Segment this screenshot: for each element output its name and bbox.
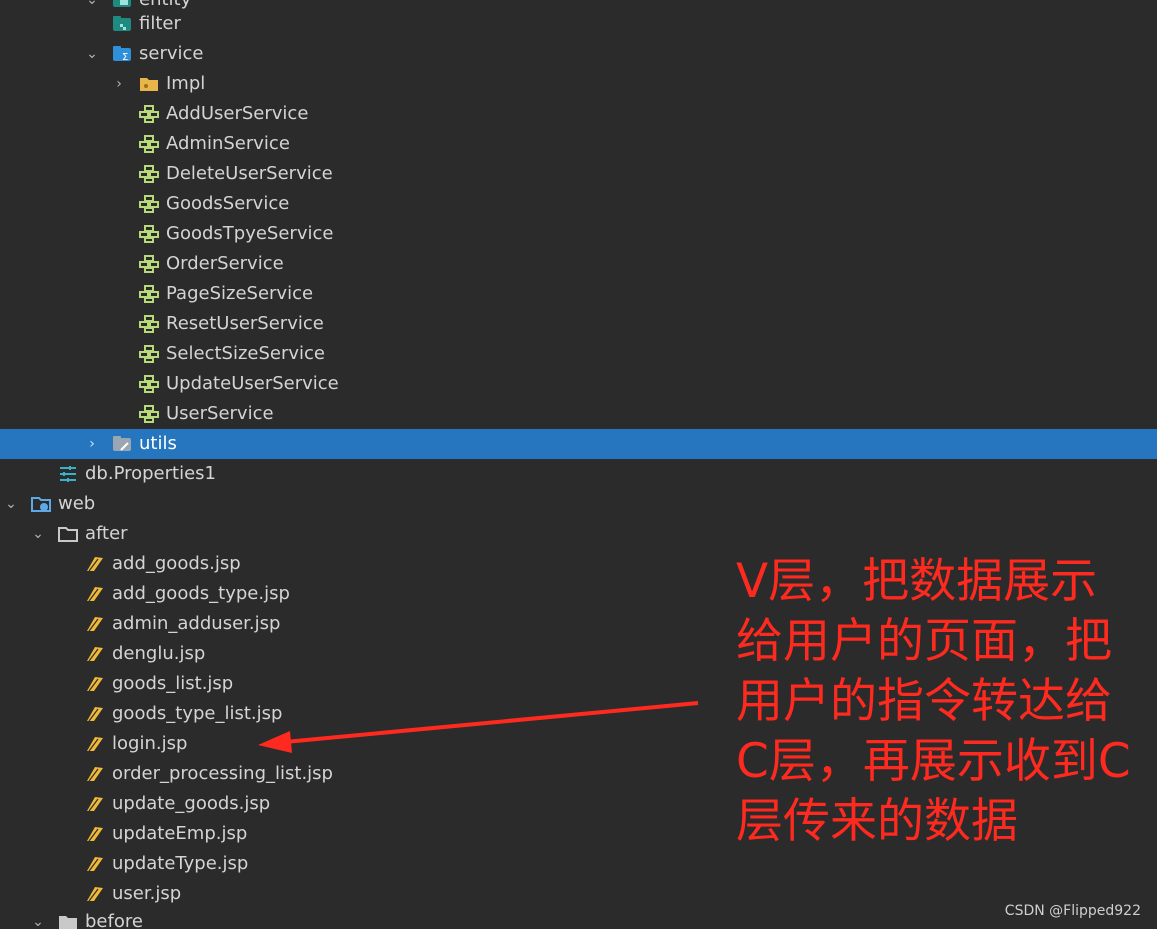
interface-icon [139,345,159,363]
tree-item-label: db.Properties1 [85,463,216,484]
tree-item-web[interactable]: ⌄ web [0,489,1157,519]
tree-item-resetuserservice[interactable]: ResetUserService [0,309,1157,339]
tree-item-after[interactable]: ⌄ after [0,519,1157,549]
interface-icon [139,285,159,303]
tree-item-updateuserservice[interactable]: UpdateUserService [0,369,1157,399]
interface-icon [139,315,159,333]
folder-icon [139,75,159,93]
chevron-right-icon[interactable]: › [112,69,126,99]
tree-item-filter[interactable]: filter [0,9,1157,39]
watermark: CSDN @Flipped922 [1004,903,1141,919]
tree-item-label: before [85,911,143,929]
tree-item-label: goods_type_list.jsp [112,703,283,724]
tree-item-label: user.jsp [112,883,182,904]
tree-item-selectsizeservice[interactable]: SelectSizeService [0,339,1157,369]
tree-item-label: updateType.jsp [112,853,249,874]
jsp-icon [85,795,105,813]
tree-item-userservice[interactable]: UserService [0,399,1157,429]
tree-item-label: OrderService [166,253,284,274]
tree-item-label: Impl [166,73,206,94]
chevron-down-icon[interactable]: ⌄ [85,39,99,69]
jsp-icon [85,615,105,633]
tree-item-goodstpyeservice[interactable]: GoodsTpyeService [0,219,1157,249]
tree-item-service[interactable]: ⌄ Σ service [0,39,1157,69]
tree-item-label: denglu.jsp [112,643,206,664]
tree-item-label: UpdateUserService [166,373,339,394]
folder-icon [58,525,78,543]
tree-item-pagesizeservice[interactable]: PageSizeService [0,279,1157,309]
tree-item-label: login.jsp [112,733,188,754]
package-service-icon: Σ [112,45,132,63]
tree-item-label: AddUserService [166,103,309,124]
tree-item-label: after [85,523,128,544]
interface-icon [139,375,159,393]
tree-item-goodsservice[interactable]: GoodsService [0,189,1157,219]
package-icon [112,0,132,9]
annotation-line: 给用户的页面，把 [736,614,1112,669]
tree-item-label: GoodsService [166,193,290,214]
chevron-down-icon[interactable]: ⌄ [31,907,45,929]
tree-item-label: filter [139,13,181,34]
chevron-down-icon[interactable]: ⌄ [4,489,18,519]
jsp-icon [85,885,105,903]
tree-item-before[interactable]: ⌄ before [0,907,1157,929]
jsp-icon [85,705,105,723]
tree-item-label: web [58,493,96,514]
annotation-line: V层，把数据展示 [736,554,1098,609]
interface-icon [139,135,159,153]
svg-text:Σ: Σ [122,52,128,63]
tree-item-db-properties[interactable]: db.Properties1 [0,459,1157,489]
jsp-icon [85,675,105,693]
properties-icon [58,465,78,483]
tree-item-label: ResetUserService [166,313,324,334]
tree-item-label: service [139,43,204,64]
jsp-icon [85,765,105,783]
annotation-line: 层传来的数据 [736,794,1018,849]
tree-item-label: AdminService [166,133,290,154]
tree-item-label: goods_list.jsp [112,673,234,694]
tree-item-label: updateEmp.jsp [112,823,248,844]
tree-item-label: add_goods.jsp [112,553,241,574]
chevron-down-icon[interactable]: ⌄ [31,519,45,549]
annotation-line: C层，再展示收到C [736,734,1131,789]
tree-item-adduserservice[interactable]: AddUserService [0,99,1157,129]
tree-item-label: GoodsTpyeService [166,223,334,244]
interface-icon [139,225,159,243]
jsp-icon [85,555,105,573]
tree-item-label: admin_adduser.jsp [112,613,281,634]
tree-item-impl[interactable]: › Impl [0,69,1157,99]
tree-item-deleteuserservice[interactable]: DeleteUserService [0,159,1157,189]
tree-item-label: SelectSizeService [166,343,326,364]
tree-item-user-jsp[interactable]: user.jsp [0,879,1157,909]
tree-item-label: UserService [166,403,274,424]
interface-icon [139,255,159,273]
jsp-icon [85,855,105,873]
interface-icon [139,165,159,183]
jsp-icon [85,735,105,753]
web-folder-icon [31,495,51,513]
chevron-right-icon[interactable]: › [85,429,99,459]
package-icon [112,435,132,453]
tree-item-label: PageSizeService [166,283,314,304]
interface-icon [139,405,159,423]
tree-item-label: order_processing_list.jsp [112,763,333,784]
tree-item-label: utils [139,433,177,454]
jsp-icon [85,645,105,663]
tree-item-updatetype-jsp[interactable]: updateType.jsp [0,849,1157,879]
package-icon [112,15,132,33]
tree-item-adminservice[interactable]: AdminService [0,129,1157,159]
jsp-icon [85,585,105,603]
tree-item-label: update_goods.jsp [112,793,271,814]
tree-item-label: DeleteUserService [166,163,333,184]
tree-item-label: add_goods_type.jsp [112,583,290,604]
annotation-line: 用户的指令转达给 [736,674,1112,729]
folder-icon [58,913,78,929]
interface-icon [139,195,159,213]
tree-item-utils[interactable]: › utils [0,429,1157,459]
jsp-icon [85,825,105,843]
interface-icon [139,105,159,123]
annotation-text: V层，把数据展示 给用户的页面，把 用户的指令转达给 C层，再展示收到C 层传来… [736,552,1146,852]
tree-item-orderservice[interactable]: OrderService [0,249,1157,279]
